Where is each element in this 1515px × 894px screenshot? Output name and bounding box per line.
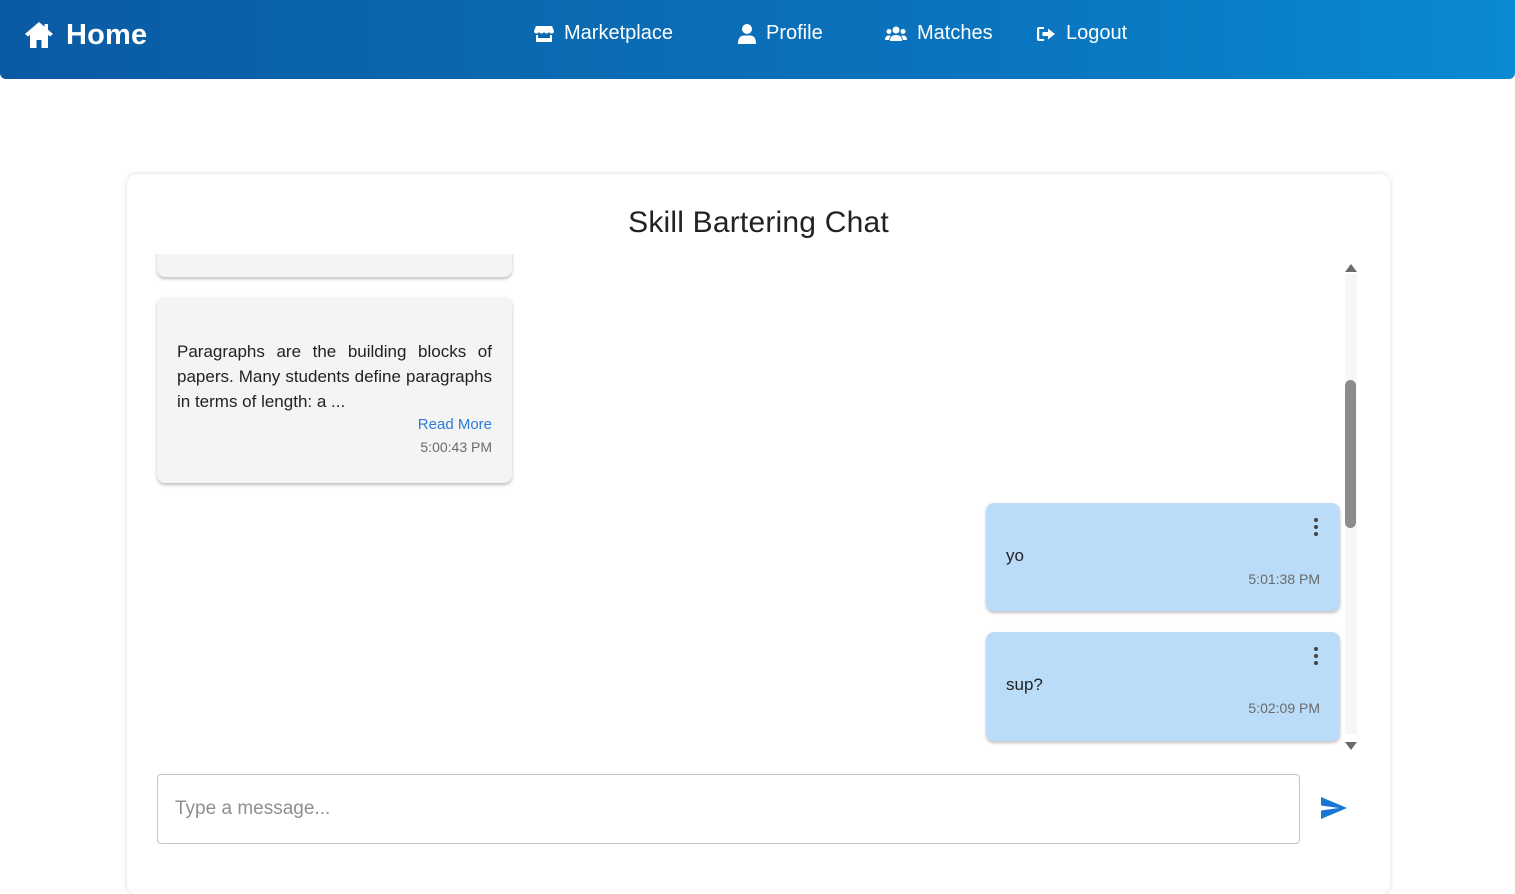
home-icon bbox=[25, 22, 53, 48]
triangle-down-icon bbox=[1345, 742, 1357, 750]
home-link[interactable]: Home bbox=[24, 18, 147, 52]
message-menu-button[interactable] bbox=[1310, 646, 1322, 666]
message-list[interactable]: Paragraphs are the building blocks of pa… bbox=[127, 254, 1390, 752]
chat-card: Skill Bartering Chat Paragraphs are the … bbox=[127, 174, 1390, 894]
kebab-menu-icon bbox=[1314, 518, 1318, 536]
message-bubble-sent: yo 5:01:38 PM bbox=[986, 503, 1340, 611]
send-icon bbox=[1321, 797, 1347, 819]
message-timestamp: 5:01:38 PM bbox=[1248, 571, 1320, 587]
message-menu-button[interactable] bbox=[1310, 517, 1322, 537]
message-bubble-partial bbox=[157, 254, 512, 277]
message-text: sup? bbox=[1006, 675, 1043, 694]
scroll-up-button[interactable] bbox=[1344, 260, 1358, 272]
message-timestamp: 5:02:09 PM bbox=[1248, 700, 1320, 716]
users-icon bbox=[885, 26, 907, 41]
home-link-label: Home bbox=[66, 18, 148, 51]
scroll-down-button[interactable] bbox=[1344, 738, 1358, 750]
chat-title: Skill Bartering Chat bbox=[628, 206, 889, 239]
store-icon bbox=[534, 25, 554, 42]
message-bubble-received: Paragraphs are the building blocks of pa… bbox=[157, 297, 512, 483]
triangle-up-icon bbox=[1345, 264, 1357, 272]
nav-logout[interactable]: Logout bbox=[1036, 22, 1127, 45]
top-navbar: Home Marketplace Profile Matches Logout bbox=[0, 0, 1515, 79]
message-timestamp: 5:00:43 PM bbox=[420, 439, 492, 455]
nav-profile[interactable]: Profile bbox=[738, 22, 823, 45]
message-text: yo bbox=[1006, 546, 1024, 565]
logout-icon bbox=[1037, 26, 1055, 41]
kebab-menu-icon bbox=[1314, 647, 1318, 665]
nav-matches[interactable]: Matches bbox=[885, 22, 993, 45]
nav-profile-label: Profile bbox=[766, 22, 823, 44]
message-input[interactable] bbox=[158, 775, 1299, 843]
nav-logout-label: Logout bbox=[1066, 22, 1128, 44]
message-bubble-sent: sup? 5:02:09 PM bbox=[986, 632, 1340, 741]
nav-matches-label: Matches bbox=[917, 22, 993, 44]
nav-marketplace[interactable]: Marketplace bbox=[534, 22, 673, 45]
send-button[interactable] bbox=[1320, 796, 1350, 822]
nav-marketplace-label: Marketplace bbox=[564, 22, 673, 44]
message-input-wrapper bbox=[157, 774, 1300, 844]
scrollbar-thumb[interactable] bbox=[1345, 380, 1356, 528]
user-icon bbox=[738, 23, 756, 44]
read-more-link[interactable]: Read More bbox=[177, 416, 492, 433]
message-text: Paragraphs are the building blocks of pa… bbox=[177, 342, 492, 411]
